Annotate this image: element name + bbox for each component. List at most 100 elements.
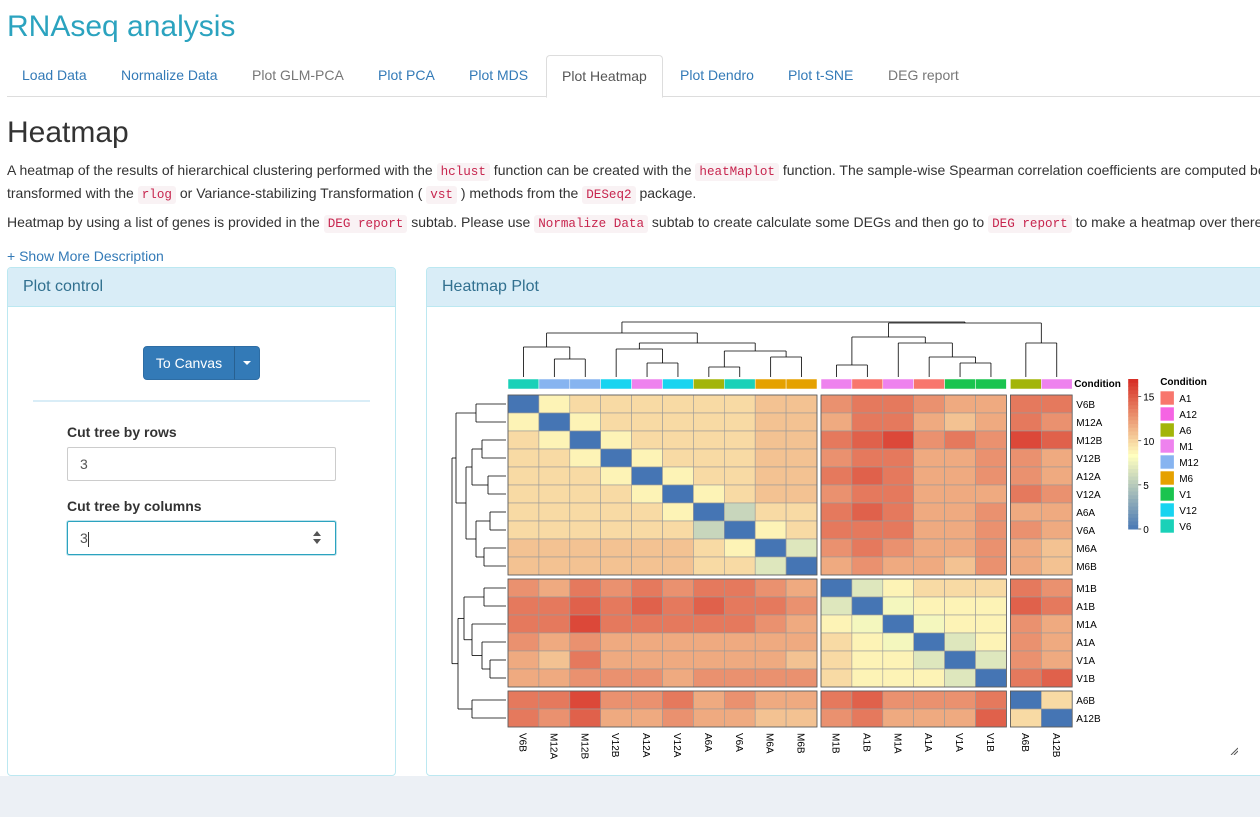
- desc-text: subtab. Please use: [407, 214, 535, 230]
- color-scale-segment: [1128, 424, 1139, 429]
- heatmap-cell: [723, 668, 756, 688]
- heatmap-cell: [944, 596, 976, 616]
- tab-plot-glm-pca[interactable]: Plot GLM-PCA: [237, 55, 359, 96]
- heatmap-cell: [631, 596, 663, 616]
- heatmap-cell: [538, 520, 571, 540]
- heatmap-cell: [662, 430, 694, 450]
- heatmap-cell: [723, 708, 756, 728]
- tab-normalize-data[interactable]: Normalize Data: [106, 55, 232, 96]
- heatmap-cell: [882, 614, 914, 634]
- heatmap-cell: [944, 466, 976, 486]
- tab-load-data[interactable]: Load Data: [7, 55, 102, 96]
- tab-deg-report[interactable]: DEG report: [873, 55, 974, 96]
- heatmap-cell: [1040, 596, 1073, 616]
- tab-plot-heatmap[interactable]: Plot Heatmap: [546, 55, 663, 98]
- heatmap-cell: [693, 448, 725, 468]
- heatmap-cell: [785, 614, 818, 634]
- resize-handle-icon[interactable]: [1230, 747, 1238, 755]
- cut-cols-label: Cut tree by columns: [67, 498, 202, 514]
- heatmap-cell: [569, 520, 602, 540]
- heatmap-cell: [662, 448, 694, 468]
- heatmap-cell: [944, 412, 976, 432]
- heatmap-cell: [882, 650, 914, 670]
- heatmap-cell: [693, 502, 725, 522]
- heatmap-cell: [693, 430, 725, 450]
- heatmap-cell: [600, 520, 632, 540]
- color-scale-tick-label: 10: [1143, 437, 1155, 448]
- heatmap-cell: [754, 596, 787, 616]
- column-annotation-cell: [569, 378, 601, 390]
- heatmap-cell: [507, 690, 540, 710]
- heatmap-cell: [785, 502, 818, 522]
- heatmap-cell: [507, 520, 540, 540]
- show-more-description-link[interactable]: + Show More Description: [7, 248, 164, 264]
- heatmap-cell: [538, 448, 571, 468]
- heatmap-cell: [631, 412, 663, 432]
- heatmap-cell: [1010, 632, 1042, 652]
- heatmap-cell: [913, 708, 945, 728]
- heatmap-cell: [1040, 708, 1073, 728]
- heatmap-cell: [975, 708, 1007, 728]
- legend-swatch: [1159, 470, 1175, 486]
- heatmap-cell: [538, 556, 571, 576]
- heatmap-cell: [569, 690, 602, 710]
- heatmap-cell: [820, 430, 853, 450]
- heatmap-cell: [820, 614, 853, 634]
- heatmap-cell: [600, 556, 632, 576]
- heatmap-cell: [754, 632, 787, 652]
- spinner-arrows-icon[interactable]: [313, 531, 321, 545]
- heatmap-cell: [662, 596, 694, 616]
- tab-plot-pca[interactable]: Plot PCA: [363, 55, 450, 96]
- heatmap-cell: [754, 520, 787, 540]
- desc-text: A heatmap of the results of hierarchical…: [7, 162, 437, 178]
- heatmap-cell: [723, 614, 756, 634]
- color-scale-tick-label: 0: [1143, 525, 1149, 536]
- heatmap-cell: [882, 632, 914, 652]
- column-annotation-cell: [662, 378, 694, 390]
- tab-plot-tsne[interactable]: Plot t-SNE: [773, 55, 868, 96]
- heatmap-cell: [1040, 412, 1073, 432]
- column-label: A1A: [922, 733, 933, 752]
- to-canvas-button[interactable]: To Canvas: [143, 346, 235, 380]
- row-label: M12B: [1076, 436, 1102, 447]
- heatmap-cell: [1010, 578, 1042, 598]
- to-canvas-dropdown-toggle[interactable]: [234, 346, 260, 380]
- heatmap-cell: [785, 412, 818, 432]
- heatmap-cell: [569, 614, 602, 634]
- heatmap-cell: [975, 596, 1007, 616]
- row-label: V6A: [1076, 526, 1095, 537]
- plot-control-title: Plot control: [8, 268, 395, 307]
- heatmap-cell: [507, 596, 540, 616]
- heatmap-cell: [662, 484, 694, 504]
- heatmap-cell: [851, 502, 884, 522]
- heatmap-cell: [723, 690, 756, 710]
- heatmap-cell: [754, 650, 787, 670]
- heatmap-cell: [662, 708, 694, 728]
- color-scale-segment: [1128, 495, 1139, 500]
- heatmap-cell: [820, 632, 853, 652]
- heatmap-cell: [662, 668, 694, 688]
- heatmap-cell: [569, 448, 602, 468]
- tab-plot-mds[interactable]: Plot MDS: [454, 55, 543, 96]
- heatmap-cell: [600, 668, 632, 688]
- heatmap-cell: [882, 466, 914, 486]
- column-annotation-cell: [975, 378, 1007, 390]
- column-label: V1B: [984, 733, 995, 752]
- legend-label: A1: [1179, 394, 1192, 405]
- cut-cols-input[interactable]: 3: [67, 521, 336, 555]
- row-label: A12B: [1076, 714, 1101, 725]
- heatmap-cell: [975, 614, 1007, 634]
- heatmap-cell: [600, 708, 632, 728]
- tab-plot-dendro[interactable]: Plot Dendro: [665, 55, 769, 96]
- code-normalize-data: Normalize Data: [534, 215, 649, 233]
- heatmap-cell: [600, 448, 632, 468]
- cut-rows-input[interactable]: 3: [67, 447, 336, 481]
- heatmap-cell: [631, 466, 663, 486]
- heatmap-cell: [754, 690, 787, 710]
- heatmap-cell: [723, 578, 756, 598]
- heatmap-cell: [975, 520, 1007, 540]
- heatmap-cell: [1010, 596, 1042, 616]
- heatmap-cell: [723, 394, 756, 414]
- heatmap-cell: [851, 578, 884, 598]
- color-scale-segment: [1128, 427, 1139, 432]
